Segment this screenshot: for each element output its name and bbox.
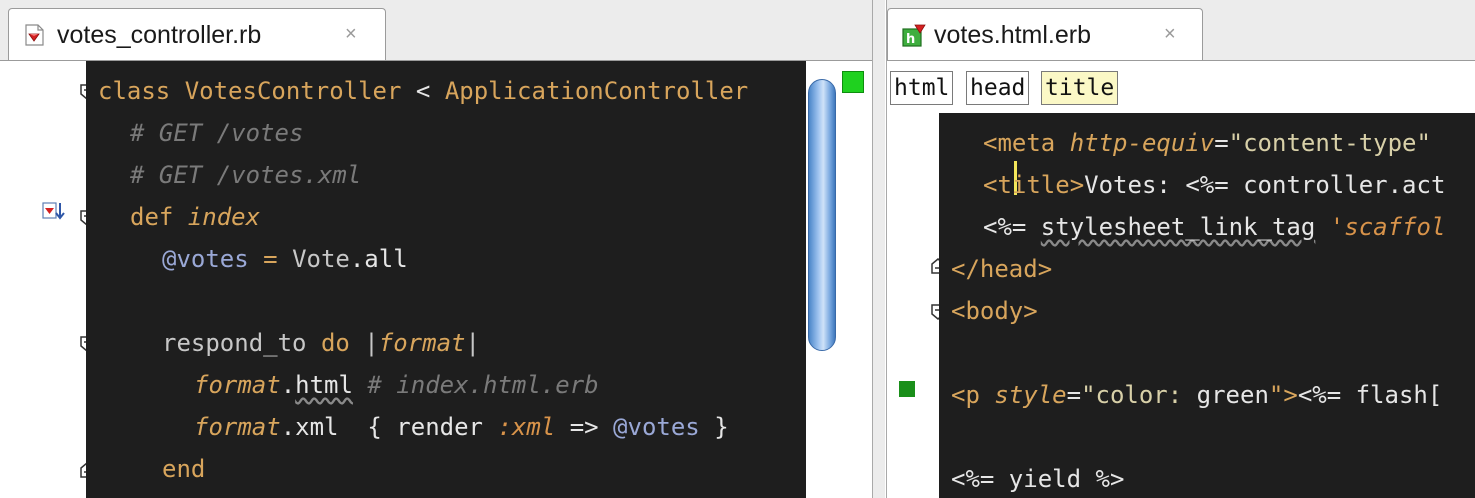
split-divider[interactable] <box>873 0 885 498</box>
error-stripe <box>838 61 872 498</box>
no-errors-status-icon[interactable] <box>842 71 864 93</box>
code-token: def <box>130 203 188 231</box>
code-token: <%= <box>1297 381 1356 409</box>
left-tab-bar: votes_controller.rb × <box>0 0 872 61</box>
code-line: <%= stylesheet_link_tag 'scaffol <box>983 207 1445 247</box>
change-marker[interactable] <box>899 381 915 397</box>
code-token: stylesheet_link_tag <box>1040 213 1316 241</box>
code-token: format <box>194 371 281 399</box>
code-token: controller.act <box>1243 171 1446 199</box>
code-token: = <box>1214 129 1229 157</box>
code-token: Vote <box>292 245 350 273</box>
code-token: format <box>378 329 466 357</box>
code-token: @votes <box>613 413 700 441</box>
code-line: </head> <box>951 249 1052 289</box>
code-line: class VotesController < ApplicationContr… <box>98 71 748 111</box>
breadcrumb-head[interactable]: head <box>966 71 1030 105</box>
code-token: flash[ <box>1355 381 1443 409</box>
code-line: <p style="color: green"><%= flash[ <box>951 375 1442 415</box>
code-token: </head> <box>951 255 1053 283</box>
code-token: = <box>1066 381 1082 409</box>
override-marker-icon[interactable] <box>42 200 68 227</box>
code-token: # GET /votes <box>130 119 304 147</box>
code-token: Votes: <box>1084 171 1186 199</box>
code-token: <%= <box>983 213 1041 241</box>
code-line: # GET /votes <box>130 113 303 153</box>
code-token: .xml { render <box>280 413 498 441</box>
code-token: .all <box>349 245 408 273</box>
code-token: respond_to <box>162 329 321 357</box>
erb-file-icon: h <box>902 24 926 47</box>
code-token: html <box>295 371 353 399</box>
ruby-editor-pane: votes_controller.rb × class VotesControl… <box>0 0 873 498</box>
code-token: http-equiv <box>1069 129 1215 157</box>
code-line: <meta http-equiv="content-type" <box>983 123 1431 163</box>
code-token: @votes <box>162 245 249 273</box>
ruby-file-icon <box>23 24 45 46</box>
code-token: do <box>320 329 350 357</box>
breadcrumb-bar: html head title <box>887 61 1475 113</box>
code-token: <body> <box>951 297 1038 325</box>
tab-votes-controller[interactable]: votes_controller.rb × <box>8 8 386 60</box>
tab-label: votes_controller.rb <box>57 21 262 49</box>
code-token: style <box>994 381 1067 409</box>
code-token: <%= <box>951 465 1009 493</box>
code-token: 'scaffol <box>1329 213 1446 241</box>
code-token: ApplicationController <box>444 77 749 105</box>
code-token: yield <box>1008 465 1096 493</box>
code-token: <%= <box>1185 171 1244 199</box>
close-icon[interactable]: × <box>345 23 357 46</box>
code-token: "color: <box>1081 381 1197 409</box>
code-token: => <box>555 413 614 441</box>
code-line: @votes = Vote.all <box>162 239 408 279</box>
code-token: < <box>401 77 445 105</box>
close-icon[interactable]: × <box>1164 23 1176 46</box>
line-gutter <box>887 113 945 498</box>
code-token: } <box>699 413 729 441</box>
code-line: end <box>162 449 205 489</box>
erb-code-editor[interactable]: <meta http-equiv="content-type" <title>Vo… <box>887 113 1475 498</box>
tab-votes-html-erb[interactable]: h votes.html.erb × <box>887 8 1203 60</box>
code-token: :xml <box>497 413 556 441</box>
code-token: green <box>1196 381 1269 409</box>
code-token: end <box>162 455 206 483</box>
code-token: "> <box>1268 381 1298 409</box>
code-token: <p <box>951 381 995 409</box>
line-gutter <box>0 61 94 498</box>
ruby-code-editor[interactable]: class VotesController < ApplicationContr… <box>0 61 872 498</box>
right-tab-bar: h votes.html.erb × <box>887 0 1475 61</box>
code-area[interactable]: class VotesController < ApplicationContr… <box>86 61 806 498</box>
code-line: <title>Votes: <%= controller.act <box>983 165 1445 205</box>
code-token: # GET /votes.xml <box>130 161 362 189</box>
code-token: | <box>349 329 379 357</box>
breadcrumb-html[interactable]: html <box>890 71 954 105</box>
svg-text:h: h <box>906 32 915 47</box>
breadcrumb-title[interactable]: title <box>1041 71 1119 105</box>
code-token: class <box>98 77 185 105</box>
code-line: format.html # index.html.erb <box>194 365 599 405</box>
code-token: "content-type" <box>1228 129 1431 157</box>
code-token: VotesController <box>184 77 402 105</box>
code-line: <%= yield %> <box>951 459 1124 498</box>
code-line: def index <box>130 197 260 237</box>
code-token: format <box>194 413 281 441</box>
code-token: index <box>187 203 261 231</box>
erb-editor-pane: h votes.html.erb × html head title <meta… <box>886 0 1475 498</box>
code-token: = <box>248 245 293 273</box>
code-area[interactable]: <meta http-equiv="content-type" <title>Vo… <box>939 113 1475 498</box>
code-token: # index.html.erb <box>352 371 599 399</box>
code-token: . <box>280 371 296 399</box>
code-token: | <box>465 329 480 357</box>
scrollbar-thumb[interactable] <box>808 79 836 351</box>
code-line: # GET /votes.xml <box>130 155 361 195</box>
code-token: %> <box>1095 465 1125 493</box>
code-token: <title> <box>983 171 1085 199</box>
code-token: <meta <box>983 129 1070 157</box>
code-line: <body> <box>951 291 1038 331</box>
code-line: format.xml { render :xml => @votes } <box>194 407 729 447</box>
tab-label: votes.html.erb <box>934 21 1092 49</box>
code-line: respond_to do |format| <box>162 323 480 363</box>
